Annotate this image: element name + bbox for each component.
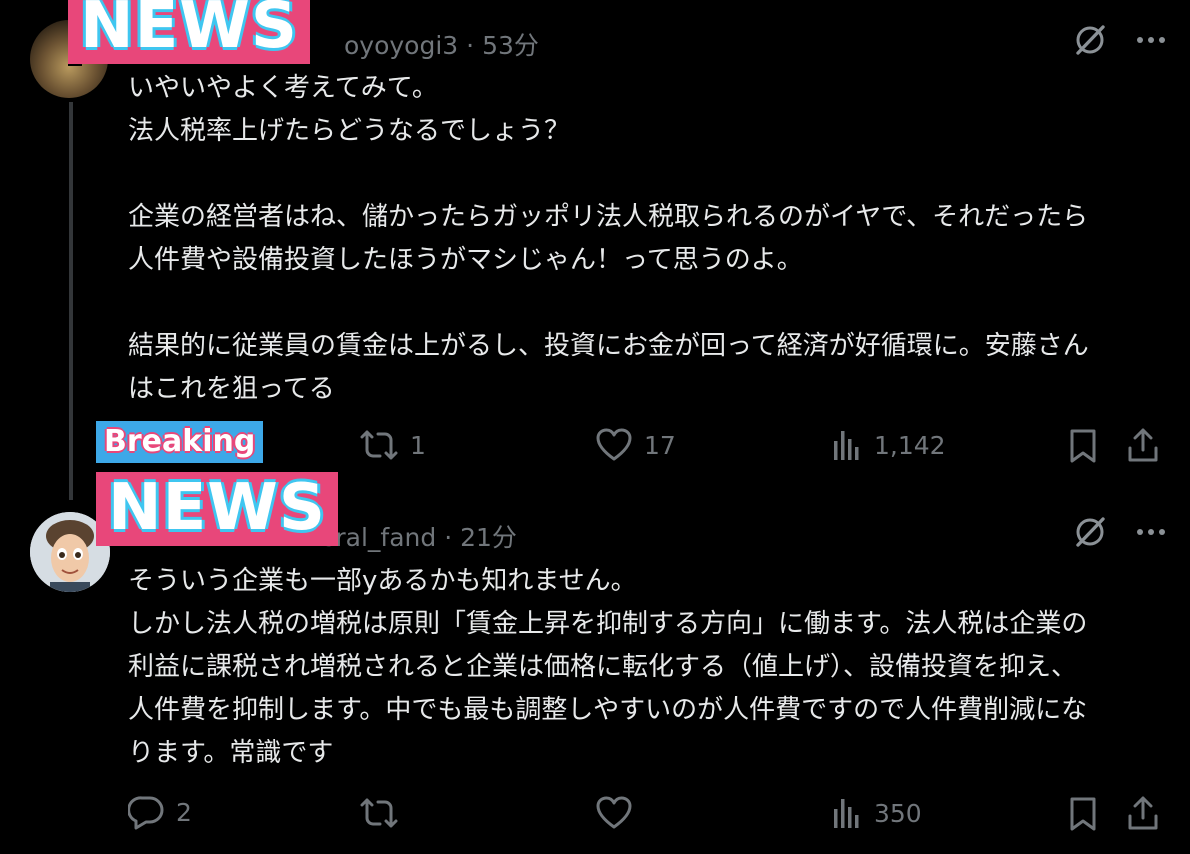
repost-button[interactable]: 1: [360, 428, 426, 462]
more-options-icon[interactable]: [1136, 528, 1166, 536]
grok-icon[interactable]: [1072, 514, 1108, 550]
post-header-actions: [1072, 22, 1166, 58]
more-options-icon[interactable]: [1136, 36, 1166, 44]
post-header-actions: [1072, 514, 1166, 550]
heart-icon: [596, 428, 632, 462]
like-button[interactable]: 17: [596, 428, 676, 462]
share-icon[interactable]: [1126, 794, 1160, 832]
view-count: 350: [874, 798, 922, 828]
views-chart-icon: [832, 796, 862, 830]
separator: ·: [444, 523, 453, 552]
post-meta: eral_fand · 21分: [320, 518, 517, 554]
bookmark-icon[interactable]: [1068, 796, 1098, 832]
news-overlay-badge: NEWS: [96, 472, 338, 546]
repost-count: 1: [410, 430, 426, 460]
views-button[interactable]: 1,142: [832, 428, 946, 462]
separator: ·: [466, 31, 475, 60]
bookmark-icon[interactable]: [1068, 428, 1098, 464]
thread-connector-line: [69, 102, 73, 500]
views-button[interactable]: 350: [832, 796, 922, 830]
post-text: いやいやよく考えてみて。 法人税率上げたらどうなるでしょう？ 企業の経営者はね、…: [128, 73, 1089, 404]
heart-icon[interactable]: [596, 796, 632, 830]
post-meta: oyoyogi3 · 53分: [344, 26, 539, 62]
view-count: 1,142: [874, 430, 946, 460]
repost-icon[interactable]: [360, 796, 398, 830]
overlay-shadow: [80, 410, 94, 510]
breaking-overlay-badge: Breaking: [96, 421, 264, 463]
reply-button[interactable]: 2: [128, 794, 192, 830]
views-chart-icon: [832, 428, 862, 462]
post-text: そういう企業も一部yあるかも知れません。 しかし法人税の増税は原則「賃金上昇を抑…: [128, 566, 1088, 768]
reply-count: 2: [176, 797, 192, 827]
grok-icon[interactable]: [1072, 22, 1108, 58]
timestamp[interactable]: 53分: [482, 31, 539, 60]
reply-icon: [128, 794, 164, 830]
share-icon[interactable]: [1126, 426, 1160, 464]
repost-icon: [360, 428, 398, 462]
username[interactable]: oyoyogi3: [344, 31, 458, 60]
news-overlay-badge: NEWS: [68, 0, 310, 64]
timestamp[interactable]: 21分: [460, 523, 517, 552]
like-count: 17: [644, 430, 676, 460]
